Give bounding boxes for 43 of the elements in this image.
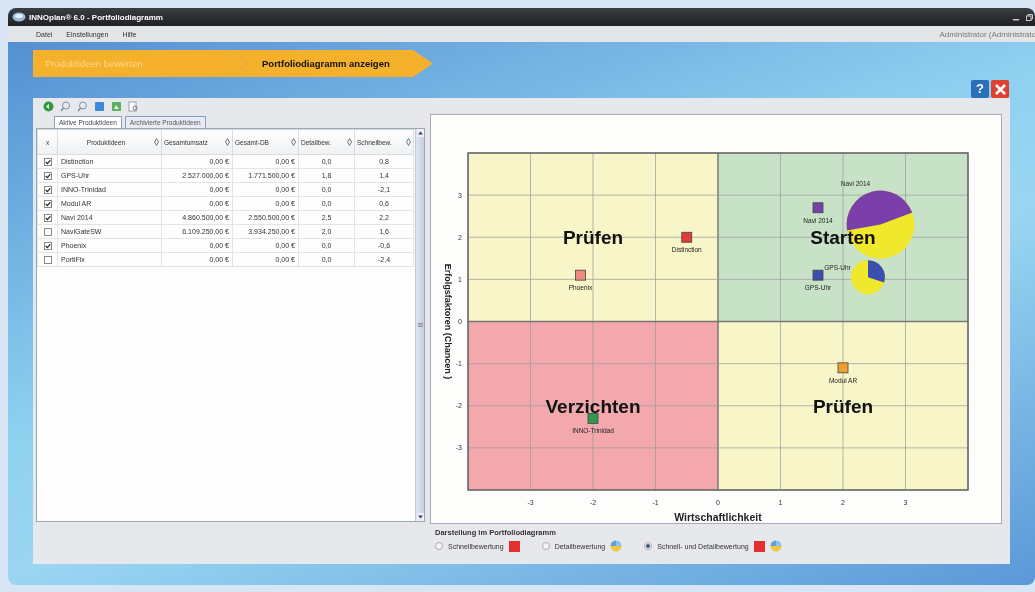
scroll-down-icon <box>416 513 424 521</box>
scroll-up-icon <box>416 129 424 137</box>
checkbox[interactable] <box>43 199 52 208</box>
help-button[interactable]: ? <box>971 80 989 98</box>
scrollbar[interactable] <box>415 129 424 521</box>
quadrant-label: Prüfen <box>812 395 874 417</box>
window-title: INNOplan® 6.0 - Portfoliodiagramm <box>29 12 164 22</box>
close-icon <box>994 83 1006 95</box>
document-search-icon[interactable] <box>128 100 139 112</box>
checkbox[interactable] <box>43 171 52 180</box>
check-icon <box>44 242 51 249</box>
quadrant-label: Prüfen <box>562 227 624 249</box>
restore-icon[interactable] <box>1026 13 1033 21</box>
square-icon <box>753 540 765 552</box>
radio-button[interactable] <box>541 542 550 550</box>
app-logo-icon <box>12 12 26 22</box>
sort-icon <box>225 138 230 146</box>
sort-icon <box>154 138 159 146</box>
sort-icon <box>406 138 411 146</box>
user-label: Administrator (Administrato <box>939 29 1035 39</box>
checkbox[interactable] <box>43 185 52 194</box>
scroll-grip-icon <box>417 323 423 327</box>
checkbox[interactable] <box>43 241 52 250</box>
pie-icon <box>769 540 782 552</box>
sort-icon <box>347 138 352 146</box>
close-button[interactable] <box>991 80 1009 98</box>
radio-button[interactable] <box>644 542 653 550</box>
checkbox[interactable] <box>43 157 52 166</box>
zoom-out-icon[interactable] <box>77 100 88 112</box>
pie-icon <box>610 540 623 552</box>
step-tab[interactable]: Portfoliodiagramm anzeigen <box>228 50 433 77</box>
checkbox[interactable] <box>43 213 52 222</box>
image-icon[interactable] <box>111 100 122 112</box>
x-axis-title: Wirtschaftlichkeit <box>674 511 762 523</box>
quadrant-label: Verzichten <box>545 395 641 417</box>
checkbox[interactable] <box>43 227 52 236</box>
square-icon[interactable] <box>94 100 105 112</box>
checkbox[interactable] <box>43 255 52 264</box>
y-axis-title: Erfolgsfaktoren (Chancen ) <box>443 263 453 380</box>
square-icon <box>508 540 520 552</box>
radio-button[interactable] <box>435 542 443 550</box>
sort-icon <box>291 138 296 146</box>
zoom-in-icon[interactable] <box>60 100 71 112</box>
